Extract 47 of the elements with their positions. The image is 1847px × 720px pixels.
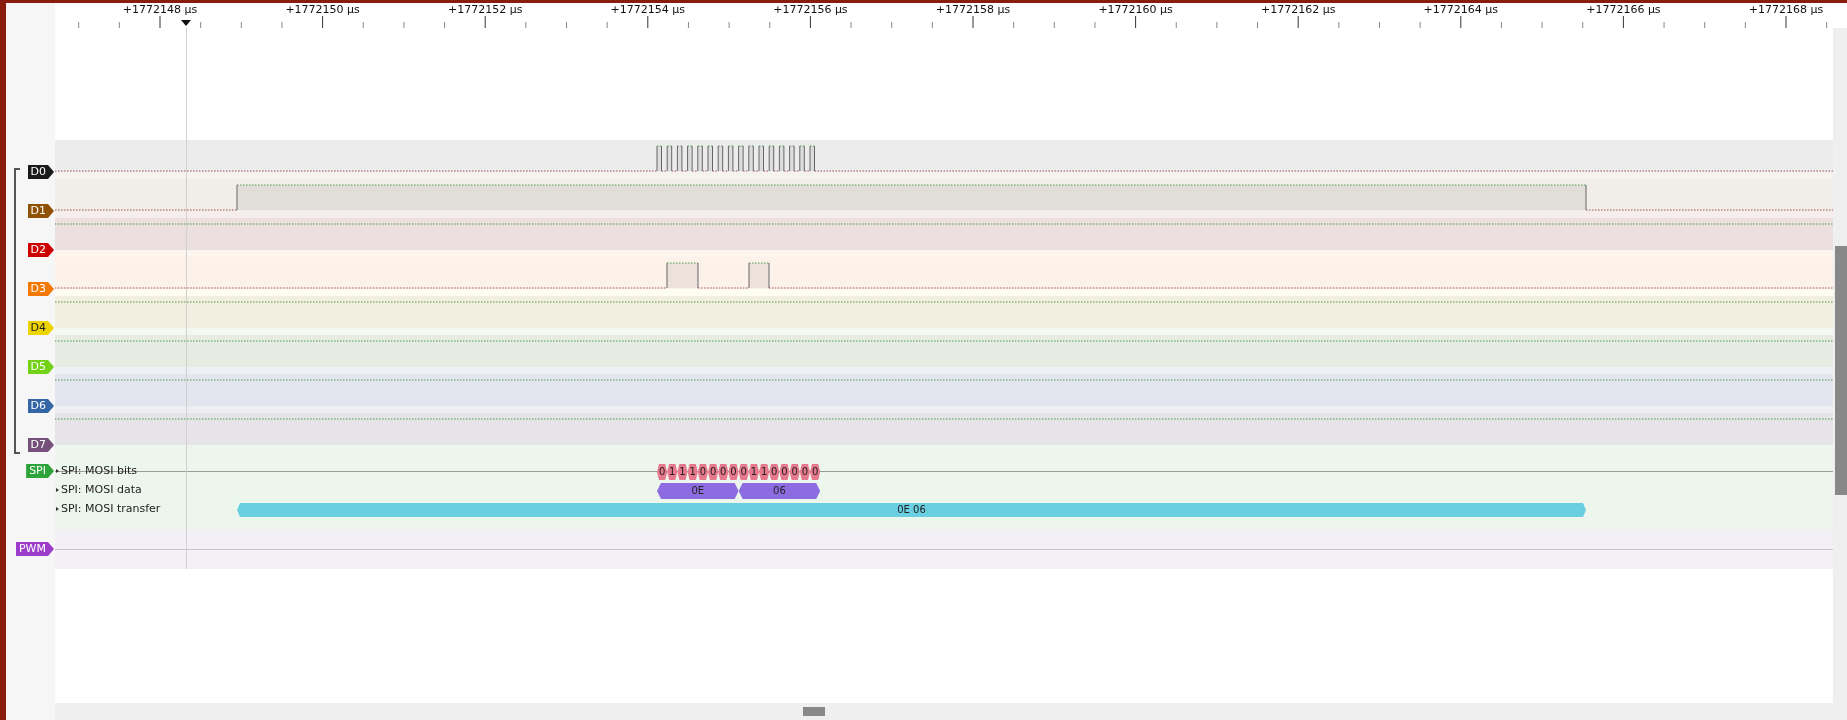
annotation-row-label: SPI: MOSI transfer xyxy=(61,502,161,516)
decoder-label[interactable]: SPI xyxy=(26,464,54,478)
data-annotation: 06 xyxy=(738,483,821,499)
channel-label[interactable]: D4 xyxy=(27,321,54,335)
bit-annotation: 0 xyxy=(697,464,708,480)
bit-annotation: 0 xyxy=(708,464,719,480)
bit-annotation: 1 xyxy=(748,464,759,480)
bit-annotation: 0 xyxy=(799,464,810,480)
expand-arrow-icon[interactable] xyxy=(56,469,59,473)
time-label: +1772160 µs xyxy=(1098,3,1173,16)
bit-annotation: 0 xyxy=(728,464,739,480)
bit-annotation: 0 xyxy=(779,464,790,480)
bit-annotation: 1 xyxy=(667,464,678,480)
decoder-label[interactable]: PWM xyxy=(16,542,54,556)
data-annotation: 0E xyxy=(657,483,739,499)
bit-annotation: 1 xyxy=(759,464,770,480)
scrollbar-thumb[interactable] xyxy=(803,707,825,716)
expand-arrow-icon[interactable] xyxy=(56,507,59,511)
scrollbar-thumb[interactable] xyxy=(1835,246,1847,495)
bit-annotation: 1 xyxy=(687,464,698,480)
time-label: +1772152 µs xyxy=(447,3,523,16)
bit-annotation: 0 xyxy=(789,464,800,480)
time-label: +1772150 µs xyxy=(285,3,360,16)
time-label: +1772156 µs xyxy=(773,3,848,16)
bit-annotation: 0 xyxy=(738,464,749,480)
bit-annotation: 0 xyxy=(810,464,821,480)
time-label: +1772162 µs xyxy=(1260,3,1336,16)
channel-label[interactable]: D1 xyxy=(27,204,54,218)
bit-annotation: 1 xyxy=(677,464,688,480)
vertical-scrollbar[interactable] xyxy=(1833,28,1847,720)
annotation-row-label: SPI: MOSI data xyxy=(61,483,142,497)
transfer-annotation: 0E 06 xyxy=(237,503,1586,517)
bit-annotation: 0 xyxy=(718,464,729,480)
channel-label[interactable]: D0 xyxy=(27,165,54,179)
time-label: +1772148 µs xyxy=(122,3,198,16)
bit-annotation: 0 xyxy=(769,464,780,480)
time-label: +1772166 µs xyxy=(1586,3,1661,16)
bit-annotation: 0 xyxy=(657,464,668,480)
time-label: +1772158 µs xyxy=(935,3,1011,16)
time-label: +1772154 µs xyxy=(610,3,685,16)
channel-label[interactable]: D2 xyxy=(27,243,54,257)
time-label: +1772164 µs xyxy=(1423,3,1498,16)
expand-arrow-icon[interactable] xyxy=(56,488,59,492)
annotation-row-label: SPI: MOSI bits xyxy=(61,464,138,478)
channel-label[interactable]: D6 xyxy=(27,399,54,413)
time-label: +1772168 µs xyxy=(1748,3,1824,16)
channel-label[interactable]: D7 xyxy=(27,438,54,452)
